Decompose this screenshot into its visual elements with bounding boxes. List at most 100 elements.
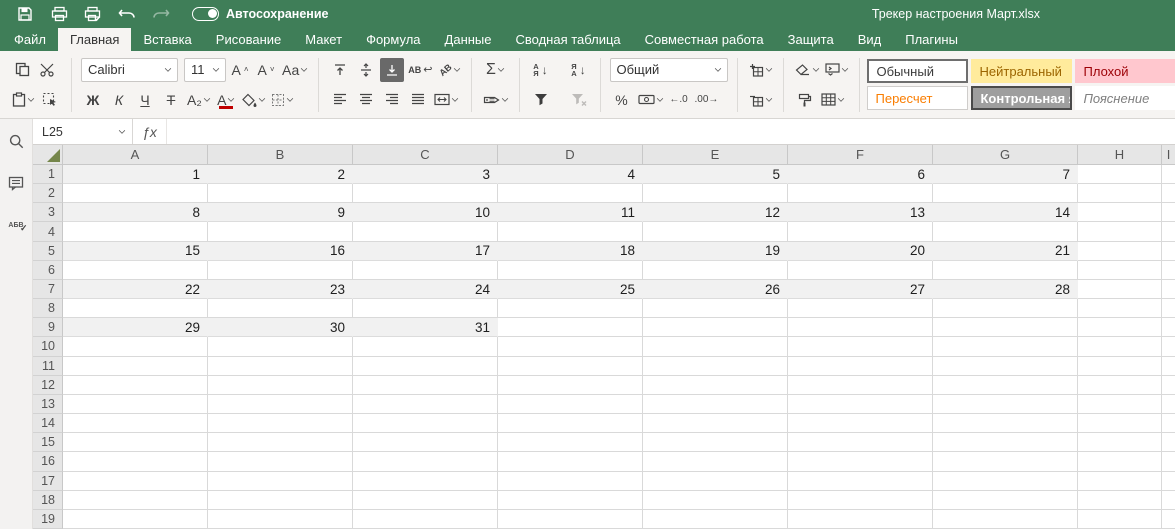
cell[interactable]: 14 [933, 203, 1078, 222]
cell[interactable] [1078, 280, 1162, 299]
cell[interactable] [208, 184, 353, 203]
cell[interactable] [933, 395, 1078, 414]
cell[interactable] [643, 299, 788, 318]
row-header[interactable]: 4 [33, 222, 63, 241]
row-header[interactable]: 9 [33, 318, 63, 337]
row-header[interactable]: 7 [33, 280, 63, 299]
row-header[interactable]: 1 [33, 165, 63, 184]
cell[interactable] [643, 222, 788, 241]
column-header[interactable]: I [1162, 145, 1175, 165]
cell[interactable]: 4 [498, 165, 643, 184]
cell[interactable] [353, 357, 498, 376]
cell[interactable] [208, 222, 353, 241]
font-color-button[interactable]: А [214, 88, 238, 112]
column-header[interactable]: B [208, 145, 353, 165]
cell[interactable] [933, 414, 1078, 433]
cell[interactable]: 28 [933, 280, 1078, 299]
cell[interactable]: 20 [788, 242, 933, 261]
ribbon-tab[interactable]: Совместная работа [633, 28, 776, 51]
cell[interactable] [63, 510, 208, 529]
cell[interactable] [933, 337, 1078, 356]
cell-style-chip[interactable]: Плохой [1075, 59, 1175, 83]
copy-button[interactable] [10, 58, 34, 82]
cell[interactable] [643, 337, 788, 356]
save-button[interactable] [8, 2, 42, 26]
cell[interactable] [353, 184, 498, 203]
column-header[interactable]: D [498, 145, 643, 165]
ribbon-tab[interactable]: Главная [58, 28, 131, 51]
cell[interactable] [788, 510, 933, 529]
cell[interactable] [933, 472, 1078, 491]
cell[interactable] [933, 222, 1078, 241]
cell[interactable]: 18 [498, 242, 643, 261]
search-button[interactable] [6, 131, 26, 151]
row-header[interactable]: 10 [33, 337, 63, 356]
cell[interactable] [933, 491, 1078, 510]
cell[interactable] [498, 261, 643, 280]
cell[interactable] [1162, 184, 1175, 203]
cell[interactable] [788, 491, 933, 510]
format-painter-button[interactable] [793, 88, 817, 112]
cell[interactable] [643, 433, 788, 452]
cell[interactable] [1162, 395, 1175, 414]
align-center-button[interactable] [354, 88, 378, 112]
cell[interactable] [1078, 318, 1162, 337]
cell-style-chip[interactable]: Обычный [867, 59, 968, 83]
cell[interactable] [63, 472, 208, 491]
cell[interactable] [353, 376, 498, 395]
cell[interactable] [1162, 472, 1175, 491]
cell[interactable]: 17 [353, 242, 498, 261]
cell[interactable] [1162, 433, 1175, 452]
cell[interactable] [63, 299, 208, 318]
cell[interactable] [1162, 261, 1175, 280]
cell[interactable]: 8 [63, 203, 208, 222]
cell[interactable] [1162, 491, 1175, 510]
cell[interactable] [353, 452, 498, 471]
cell[interactable] [353, 261, 498, 280]
cell[interactable] [1162, 299, 1175, 318]
cell[interactable] [208, 299, 353, 318]
cell[interactable] [208, 433, 353, 452]
comments-button[interactable] [6, 173, 26, 193]
cell[interactable] [643, 184, 788, 203]
row-header[interactable]: 16 [33, 452, 63, 471]
font-size-combo[interactable]: 11 [184, 58, 226, 82]
cell[interactable] [1078, 414, 1162, 433]
align-right-button[interactable] [380, 88, 404, 112]
row-header[interactable]: 17 [33, 472, 63, 491]
cell[interactable] [1162, 280, 1175, 299]
cell[interactable] [208, 510, 353, 529]
cell[interactable] [353, 433, 498, 452]
format-as-table-button[interactable] [819, 88, 846, 112]
align-top-button[interactable] [328, 58, 352, 82]
cell[interactable] [63, 184, 208, 203]
align-bottom-button[interactable] [380, 58, 404, 82]
cell[interactable] [788, 184, 933, 203]
cell[interactable] [1078, 184, 1162, 203]
cell[interactable] [1078, 261, 1162, 280]
column-header[interactable]: H [1078, 145, 1162, 165]
row-header[interactable]: 6 [33, 261, 63, 280]
cell[interactable]: 12 [643, 203, 788, 222]
redo-button[interactable] [144, 2, 178, 26]
cell[interactable]: 23 [208, 280, 353, 299]
cell[interactable] [788, 395, 933, 414]
cell[interactable] [1162, 414, 1175, 433]
cell[interactable] [1078, 395, 1162, 414]
cell[interactable] [63, 261, 208, 280]
decrease-font-button[interactable]: А˅ [254, 58, 278, 82]
cell[interactable]: 19 [643, 242, 788, 261]
column-header[interactable]: C [353, 145, 498, 165]
cell[interactable] [63, 222, 208, 241]
ribbon-tab[interactable]: Рисование [204, 28, 293, 51]
cell[interactable] [1162, 222, 1175, 241]
cell[interactable] [933, 184, 1078, 203]
italic-button[interactable]: К [107, 88, 131, 112]
insert-function-button[interactable]: ƒx [133, 119, 167, 144]
cell[interactable] [1078, 510, 1162, 529]
cell[interactable] [498, 510, 643, 529]
cell[interactable] [788, 357, 933, 376]
row-header[interactable]: 15 [33, 433, 63, 452]
cell[interactable] [1078, 203, 1162, 222]
cell[interactable] [643, 357, 788, 376]
